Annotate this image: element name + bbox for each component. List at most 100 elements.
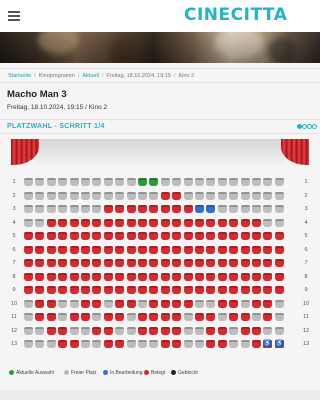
seat-taken[interactable] [115, 286, 124, 294]
seat-taken[interactable] [172, 340, 181, 348]
seat-taken[interactable] [195, 232, 204, 240]
seat-free[interactable] [70, 299, 79, 308]
seat-taken[interactable] [172, 191, 181, 200]
cinecitta-logo[interactable]: CINECITTA [184, 5, 287, 25]
seat-free[interactable] [92, 191, 101, 200]
seat-free[interactable] [127, 326, 136, 335]
seat-taken[interactable] [195, 259, 204, 267]
seat-taken[interactable] [263, 232, 272, 240]
seat-free[interactable] [263, 205, 272, 213]
seat-taken[interactable] [252, 259, 261, 267]
seat-taken[interactable] [218, 299, 227, 308]
seat-taken[interactable] [47, 299, 56, 308]
seat-free[interactable] [70, 205, 79, 213]
seat-taken[interactable] [81, 232, 90, 240]
seat-taken[interactable] [35, 232, 44, 240]
seat-free[interactable] [138, 299, 147, 308]
seat-free[interactable] [127, 313, 136, 321]
seat-taken[interactable] [81, 286, 90, 294]
seat-taken[interactable] [47, 259, 56, 267]
seat-taken[interactable] [252, 326, 261, 335]
seat-free[interactable] [241, 205, 250, 213]
seat-taken[interactable] [184, 218, 193, 227]
seat-free[interactable] [229, 326, 238, 335]
seat-taken[interactable] [161, 232, 170, 240]
seat-taken[interactable] [92, 232, 101, 240]
seat-taken[interactable] [47, 232, 56, 240]
seat-taken[interactable] [149, 232, 158, 240]
seat-taken[interactable] [58, 218, 67, 227]
seat-free[interactable] [92, 178, 101, 186]
seat-taken[interactable] [241, 259, 250, 267]
seat-taken[interactable] [92, 259, 101, 267]
breadcrumb-item[interactable]: Startseite [8, 73, 31, 79]
seat-taken[interactable] [138, 326, 147, 335]
seat-taken[interactable] [47, 313, 56, 321]
seat-taken[interactable] [138, 232, 147, 240]
seat-free[interactable] [161, 178, 170, 186]
seat-free[interactable] [104, 178, 113, 186]
seat-free[interactable] [70, 191, 79, 200]
seat-free[interactable] [47, 340, 56, 348]
seat-free[interactable] [92, 205, 101, 213]
seat-taken[interactable] [161, 259, 170, 267]
seat-taken[interactable] [241, 286, 250, 294]
seat-taken[interactable] [127, 299, 136, 308]
seat-free[interactable] [115, 178, 124, 186]
seat-free[interactable] [58, 299, 67, 308]
seat-taken[interactable] [161, 286, 170, 294]
seat-free[interactable] [24, 313, 33, 321]
seat-taken[interactable] [241, 326, 250, 335]
seat-taken[interactable] [218, 340, 227, 348]
seat-taken[interactable] [195, 272, 204, 281]
seat-taken[interactable] [149, 205, 158, 213]
seat-taken[interactable] [115, 245, 124, 254]
seat-taken[interactable] [70, 259, 79, 267]
seat-taken[interactable] [206, 218, 215, 227]
seat-free[interactable] [275, 313, 284, 321]
seat-free[interactable] [184, 191, 193, 200]
seat-taken[interactable] [252, 218, 261, 227]
seat-free[interactable] [24, 299, 33, 308]
seat-free[interactable] [263, 218, 272, 227]
seat-taken[interactable] [252, 340, 261, 348]
seat-taken[interactable] [104, 218, 113, 227]
seat-free[interactable] [275, 218, 284, 227]
seat-free[interactable] [263, 326, 272, 335]
seat-taken[interactable] [184, 286, 193, 294]
seat-free[interactable] [149, 340, 158, 348]
seat-taken[interactable] [127, 205, 136, 213]
seat-free[interactable] [127, 178, 136, 186]
seat-free[interactable] [229, 340, 238, 348]
seat-taken[interactable] [70, 232, 79, 240]
seat-taken[interactable] [70, 286, 79, 294]
seat-taken[interactable] [218, 326, 227, 335]
seat-free[interactable] [47, 178, 56, 186]
seat-taken[interactable] [70, 313, 79, 321]
seat-free[interactable] [138, 191, 147, 200]
seat-taken[interactable] [218, 245, 227, 254]
seat-taken[interactable] [81, 218, 90, 227]
seat-taken[interactable] [252, 286, 261, 294]
seat-free[interactable] [252, 178, 261, 186]
seat-taken[interactable] [138, 272, 147, 281]
hamburger-menu-icon[interactable] [8, 11, 20, 21]
seat-free[interactable] [275, 326, 284, 335]
seat-taken[interactable] [241, 218, 250, 227]
seat-free[interactable] [184, 326, 193, 335]
seat-taken[interactable] [161, 272, 170, 281]
seat-free[interactable] [24, 340, 33, 348]
seat-free[interactable] [104, 299, 113, 308]
seat-taken[interactable] [47, 218, 56, 227]
seat-free[interactable] [70, 178, 79, 186]
seat-free[interactable] [92, 313, 101, 321]
seat-taken[interactable] [161, 218, 170, 227]
seat-taken[interactable] [206, 340, 215, 348]
seat-taken[interactable] [206, 286, 215, 294]
seat-free[interactable] [263, 178, 272, 186]
seat-free[interactable] [206, 191, 215, 200]
seat-taken[interactable] [92, 218, 101, 227]
seat-taken[interactable] [184, 232, 193, 240]
seat-taken[interactable] [24, 272, 33, 281]
seat-taken[interactable] [149, 326, 158, 335]
